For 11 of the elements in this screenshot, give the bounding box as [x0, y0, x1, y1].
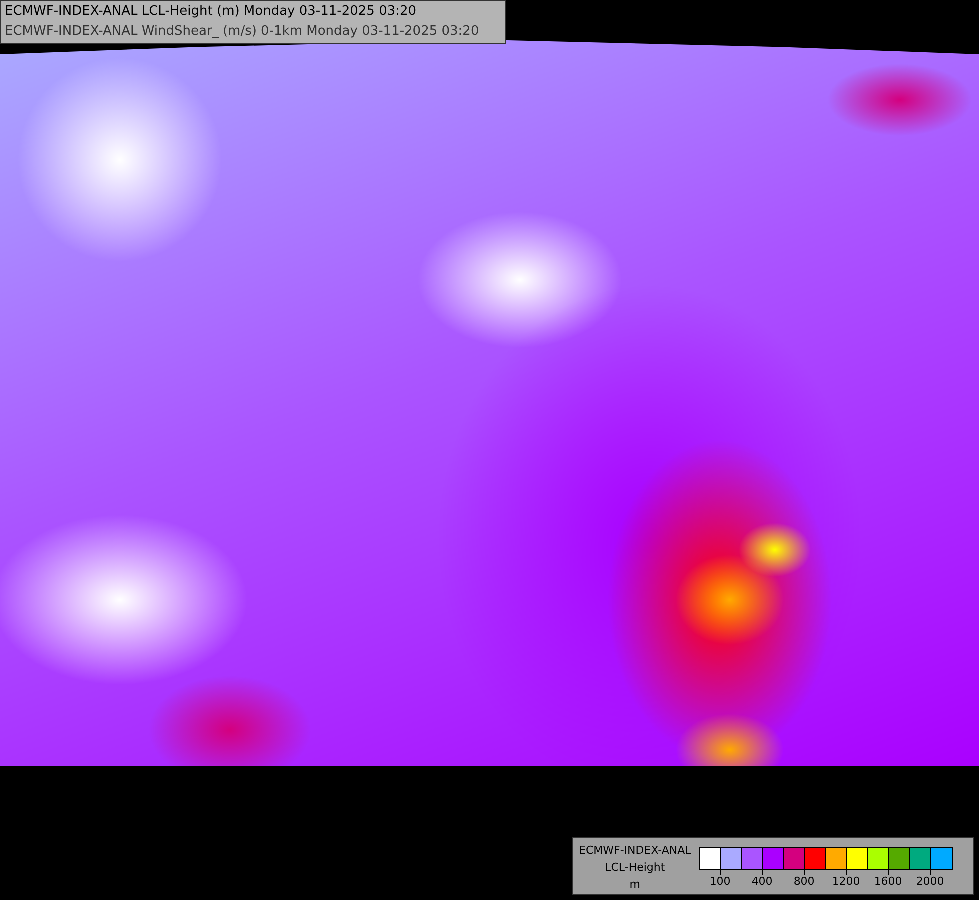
legend-title: LCL-Height — [604, 860, 666, 876]
scale-label: 400 — [752, 875, 773, 888]
map-title: ECMWF-INDEX-ANAL LCL-Height (m) Monday 03-11-2025 03:20 — [5, 3, 418, 21]
scale-label: 1200 — [832, 875, 860, 888]
map-title: ECMWF-INDEX-ANAL WindShear_ (m/s) 0-1km Monday 03-11-2025 03:20 — [5, 23, 480, 41]
legend-title: m — [628, 877, 642, 893]
scale-label: 800 — [794, 875, 815, 888]
legend-title: ECMWF-INDEX-ANAL — [579, 843, 692, 859]
scale-label: 1600 — [874, 875, 902, 888]
scale-label: 2000 — [916, 875, 944, 888]
scale-label: 100 — [710, 875, 731, 888]
